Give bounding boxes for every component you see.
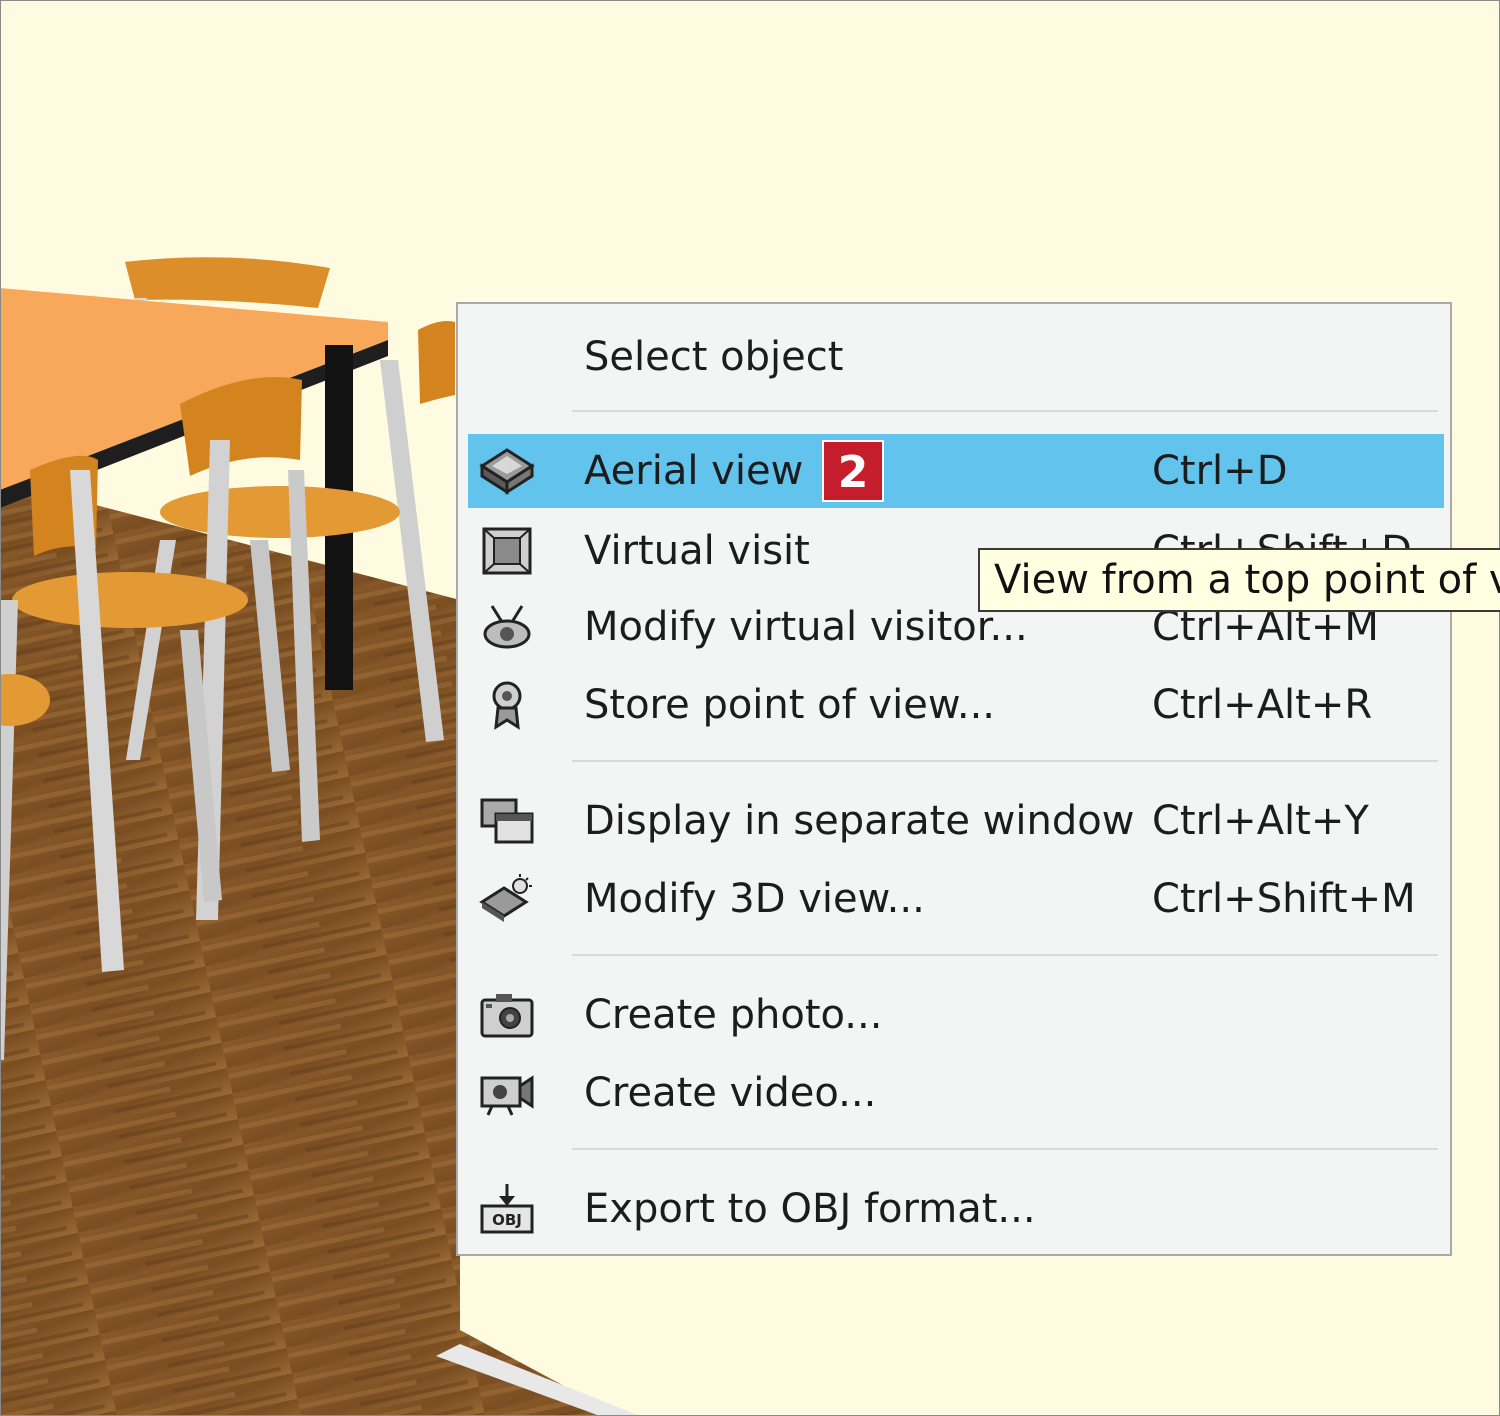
step-badge: 2 <box>822 440 884 502</box>
menu-item-label: Create video... <box>584 1070 877 1116</box>
export-obj-icon: OBJ <box>480 1184 534 1234</box>
menu-item-shortcut: Ctrl+Alt+R <box>1152 682 1373 728</box>
menu-item-shortcut: Ctrl+Shift+M <box>1152 876 1416 922</box>
virtual-visit-icon <box>482 527 532 575</box>
menu-item-label: Virtual visit <box>584 528 810 574</box>
menu-item-label: Aerial view <box>584 448 804 494</box>
menu-item-label: Display in separate window <box>584 798 1135 844</box>
menu-item-label: Modify 3D view... <box>584 876 925 922</box>
modify-3d-view-icon <box>479 874 532 922</box>
visitor-icon <box>483 605 531 649</box>
menu-separator <box>572 954 1438 956</box>
point-of-view-icon <box>492 681 522 730</box>
video-camera-icon <box>480 1075 534 1116</box>
separate-window-icon <box>480 798 534 844</box>
menu-item-shortcut: Ctrl+Alt+Y <box>1152 798 1369 844</box>
export-obj-icon-text: OBJ <box>492 1211 522 1229</box>
menu-item-select-object[interactable]: Select object <box>468 320 1444 394</box>
menu-separator <box>572 760 1438 762</box>
menu-item-create-video[interactable]: Create video... <box>468 1056 1444 1130</box>
context-menu: Select object Aerial view 2 Ctrl+D Virtu… <box>456 302 1452 1256</box>
menu-item-store-point-of-view[interactable]: Store point of view... Ctrl+Alt+R <box>468 668 1444 742</box>
menu-item-label: Store point of view... <box>584 682 996 728</box>
menu-item-aerial-view[interactable]: Aerial view 2 Ctrl+D <box>468 434 1444 508</box>
menu-item-create-photo[interactable]: Create photo... <box>468 978 1444 1052</box>
menu-separator <box>572 410 1438 412</box>
menu-item-display-separate-window[interactable]: Display in separate window Ctrl+Alt+Y <box>468 784 1444 858</box>
menu-item-export-obj[interactable]: OBJ Export to OBJ format... <box>468 1172 1444 1246</box>
menu-item-label: Create photo... <box>584 992 883 1038</box>
aerial-view-icon <box>479 448 535 495</box>
camera-icon <box>480 994 534 1038</box>
menu-item-label: Export to OBJ format... <box>584 1186 1036 1232</box>
menu-separator <box>572 1148 1438 1150</box>
menu-item-modify-3d-view[interactable]: Modify 3D view... Ctrl+Shift+M <box>468 862 1444 936</box>
tooltip: View from a top point of view <box>978 548 1500 612</box>
menu-item-shortcut: Ctrl+D <box>1152 448 1288 494</box>
menu-item-label: Select object <box>584 334 844 380</box>
menu-item-label: Modify virtual visitor... <box>584 604 1028 650</box>
